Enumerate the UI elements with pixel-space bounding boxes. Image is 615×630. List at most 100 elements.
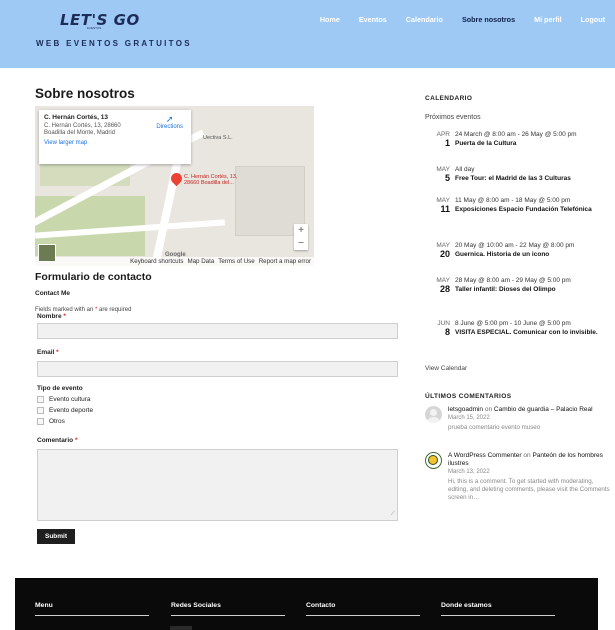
event-body: All day Free Tour: el Madrid de las 3 Cu…: [455, 166, 610, 183]
report-map-error-link[interactable]: Report a map error: [259, 257, 311, 266]
event-time: 8 June @ 5:00 pm - 10 June @ 5:00 pm: [455, 320, 571, 327]
avatar-body: [427, 417, 440, 423]
event-time: 24 March @ 8:00 am - 26 May @ 5:00 pm: [455, 131, 577, 138]
event-item[interactable]: MAY 20 20 May @ 10:00 am - 22 May @ 8:00…: [425, 242, 610, 259]
event-date: MAY 28: [425, 277, 455, 294]
required-star: *: [74, 437, 78, 444]
event-day: 8: [444, 327, 450, 337]
event-day: 1: [444, 138, 450, 148]
zoom-in-button[interactable]: +: [294, 224, 308, 237]
nav-sobre-nosotros[interactable]: Sobre nosotros: [462, 15, 515, 24]
comments-title: ÚLTIMOS COMENTARIOS: [425, 393, 512, 400]
satellite-toggle[interactable]: [38, 244, 56, 262]
event-item[interactable]: MAY 28 28 May @ 8:00 am - 29 May @ 5:00 …: [425, 277, 610, 294]
upcoming-events-label: Próximos eventos: [425, 114, 481, 121]
comment-item: A WordPress Commenter on Panteón de los …: [425, 452, 610, 502]
comment-excerpt: Hi, this is a comment. To get started wi…: [448, 478, 610, 501]
event-name[interactable]: VISITA ESPECIAL. Comunicar con lo invisi…: [455, 329, 610, 337]
map-info-card: C. Hernán Cortés, 13 C. Hernán Cortés, 1…: [39, 110, 191, 164]
footer-contact-heading: Contacto: [306, 602, 420, 616]
event-name[interactable]: Exposiciones Espacio Fundación Telefónic…: [455, 206, 610, 214]
event-time: All day: [455, 166, 475, 173]
map-pin-label: C. Hernán Cortés, 13, 28660 Boadilla del…: [184, 174, 238, 186]
comment-meta: letsgoadmin on Cambio de guardia – Palac…: [448, 406, 610, 414]
event-item[interactable]: APR 1 24 March @ 8:00 am - 26 May @ 5:00…: [425, 131, 610, 148]
form-title: Formulario de contacto: [35, 271, 152, 283]
footer-location-heading: Donde estamos: [441, 602, 555, 616]
event-type-label: Tipo de evento: [37, 385, 83, 392]
keyboard-shortcuts-link[interactable]: Keyboard shortcuts: [130, 257, 183, 266]
event-name[interactable]: Guernica. Historia de un icono: [455, 251, 610, 259]
event-item[interactable]: JUN 8 8 June @ 5:00 pm - 10 June @ 5:00 …: [425, 320, 610, 337]
option-label: Evento cultura: [49, 396, 91, 403]
name-input[interactable]: [37, 323, 398, 339]
event-name[interactable]: Free Tour: el Madrid de las 3 Culturas: [455, 175, 610, 183]
event-item[interactable]: MAY 11 11 May @ 8:00 am - 18 May @ 5:00 …: [425, 197, 610, 214]
event-body: 8 June @ 5:00 pm - 10 June @ 5:00 pm VIS…: [455, 320, 610, 337]
event-day: 5: [444, 173, 450, 183]
required-star: *: [56, 349, 59, 356]
form-subtitle: Contact Me: [35, 290, 71, 297]
zoom-out-button[interactable]: −: [294, 237, 308, 250]
event-date: APR 1: [425, 131, 455, 148]
comment-date: March 13, 2022: [448, 469, 490, 475]
comment-textarea[interactable]: ⟋: [37, 449, 398, 521]
map-zoom-control: + −: [294, 224, 308, 250]
option-label: Evento deporte: [49, 407, 94, 414]
event-body: 28 May @ 8:00 am - 29 May @ 5:00 pm Tall…: [455, 277, 610, 294]
name-label-text: Nombre: [37, 313, 62, 320]
name-label: Nombre *: [37, 313, 66, 320]
required-star: *: [63, 313, 66, 320]
comment-author[interactable]: A WordPress Commenter: [448, 452, 522, 459]
email-label-text: Email: [37, 349, 55, 356]
main-nav: Home Eventos Calendario Sobre nosotros M…: [301, 15, 605, 24]
comment-item: letsgoadmin on Cambio de guardia – Palac…: [425, 406, 610, 432]
nav-eventos[interactable]: Eventos: [359, 15, 387, 24]
event-date: MAY 20: [425, 242, 455, 259]
option-otros[interactable]: Otros: [37, 418, 65, 425]
nav-calendario[interactable]: Calendario: [406, 15, 443, 24]
checkbox[interactable]: [37, 418, 44, 425]
option-evento-deporte[interactable]: Evento deporte: [37, 407, 93, 414]
directions-button[interactable]: ➚ Directions: [156, 115, 183, 131]
event-date: MAY 11: [425, 197, 455, 214]
wordpress-avatar: [425, 452, 442, 469]
comment-body: A WordPress Commenter on Panteón de los …: [448, 452, 610, 502]
checkbox[interactable]: [37, 407, 44, 414]
event-name[interactable]: Taller infantil: Dioses del Olimpo: [455, 286, 610, 294]
nav-mi-perfil[interactable]: Mi perfil: [534, 15, 562, 24]
event-body: 20 May @ 10:00 am - 22 May @ 8:00 pm Gue…: [455, 242, 610, 259]
view-calendar-link[interactable]: View Calendar: [425, 365, 467, 372]
submit-button[interactable]: Submit: [37, 529, 75, 544]
comment-label-text: Comentario: [37, 437, 74, 444]
email-label: Email *: [37, 349, 59, 356]
terms-of-use-link[interactable]: Terms of Use: [218, 257, 254, 266]
option-label: Otros: [49, 418, 65, 425]
comment-on: on: [484, 406, 493, 413]
email-input[interactable]: [37, 361, 398, 377]
map-data-link[interactable]: Map Data: [187, 257, 214, 266]
directions-label: Directions: [156, 124, 183, 130]
comment-author[interactable]: letsgoadmin: [448, 406, 483, 413]
resize-grip-icon[interactable]: ⟋: [391, 511, 395, 518]
comment-body: letsgoadmin on Cambio de guardia – Palac…: [448, 406, 610, 432]
view-larger-map-link[interactable]: View larger map: [44, 140, 186, 146]
logo-subtext: EVENTOS: [87, 26, 102, 30]
comment-excerpt: prueba comentario evento museo: [448, 424, 541, 431]
comment-date: March 15, 2022: [448, 415, 490, 421]
comment-post-link[interactable]: Cambio de guardia – Palacio Real: [494, 406, 593, 413]
footer-menu-heading: Menu: [35, 602, 149, 616]
event-item[interactable]: MAY 5 All day Free Tour: el Madrid de la…: [425, 166, 610, 183]
map-footer: Keyboard shortcuts Map Data Terms of Use…: [35, 257, 314, 266]
comment-meta: A WordPress Commenter on Panteón de los …: [448, 452, 610, 468]
site-tagline: WEB EVENTOS GRATUITOS: [36, 39, 192, 48]
event-day: 28: [439, 284, 450, 294]
checkbox[interactable]: [37, 396, 44, 403]
option-evento-cultura[interactable]: Evento cultura: [37, 396, 91, 403]
event-name[interactable]: Puerta de la Cultura: [455, 140, 610, 148]
event-time: 28 May @ 8:00 am - 29 May @ 5:00 pm: [455, 277, 571, 284]
nav-logout[interactable]: Logout: [581, 15, 605, 24]
nav-home[interactable]: Home: [320, 15, 340, 24]
google-map[interactable]: Uectiva S.L. C. Hernán Cortés, 13, 28660…: [35, 106, 314, 266]
site-footer: Menu Redes Sociales Contacto Donde estam…: [15, 578, 598, 630]
